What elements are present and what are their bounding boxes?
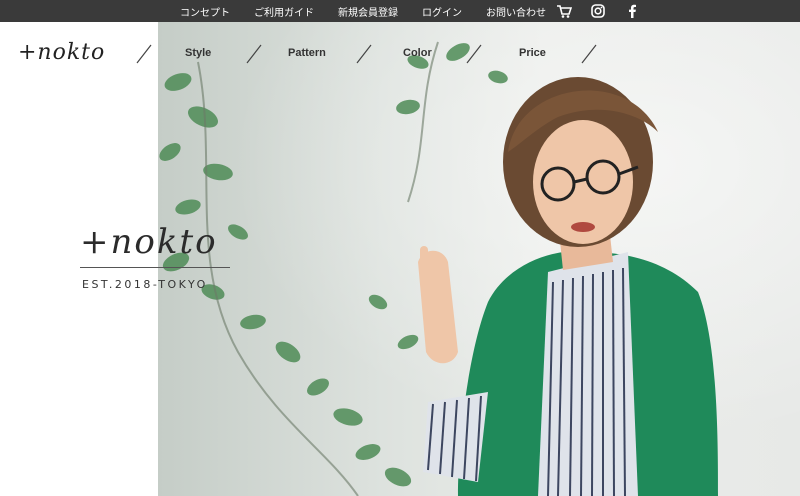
nav-divider-1 bbox=[136, 44, 152, 64]
nav-divider-4 bbox=[466, 44, 482, 64]
cart-icon[interactable] bbox=[556, 3, 572, 19]
nav-divider-3 bbox=[356, 44, 372, 64]
guide-link[interactable]: ご利用ガイド bbox=[254, 4, 314, 19]
nav-item-pattern[interactable]: Pattern bbox=[288, 47, 326, 59]
register-link[interactable]: 新規会員登録 bbox=[338, 4, 398, 19]
hero-logo: +nokto bbox=[80, 222, 218, 262]
instagram-icon[interactable] bbox=[590, 3, 606, 19]
contact-link[interactable]: お問い合わせ bbox=[486, 4, 546, 19]
utility-icons bbox=[556, 0, 658, 22]
concept-link[interactable]: コンセプト bbox=[180, 4, 230, 19]
login-link[interactable]: ログイン bbox=[422, 4, 462, 19]
nav-divider-2 bbox=[246, 44, 262, 64]
facebook-icon[interactable] bbox=[624, 3, 640, 19]
hero-photo bbox=[158, 22, 800, 496]
hero-divider bbox=[80, 267, 230, 268]
model-figure bbox=[418, 77, 718, 496]
nav-item-color[interactable]: Color bbox=[403, 47, 432, 59]
hero-section: +nokto EST.2018-TOKYO bbox=[0, 22, 800, 496]
nav-item-style[interactable]: Style bbox=[185, 47, 211, 59]
nav-divider-5 bbox=[581, 44, 597, 64]
main-nav: Style Pattern Color Price bbox=[0, 40, 800, 70]
top-utility-bar: コンセプト ご利用ガイド 新規会員登録 ログイン お問い合わせ bbox=[0, 0, 800, 22]
nav-item-price[interactable]: Price bbox=[519, 47, 546, 59]
hero-tagline: EST.2018-TOKYO bbox=[82, 278, 208, 291]
utility-links: コンセプト ご利用ガイド 新規会員登録 ログイン お問い合わせ bbox=[180, 0, 570, 22]
